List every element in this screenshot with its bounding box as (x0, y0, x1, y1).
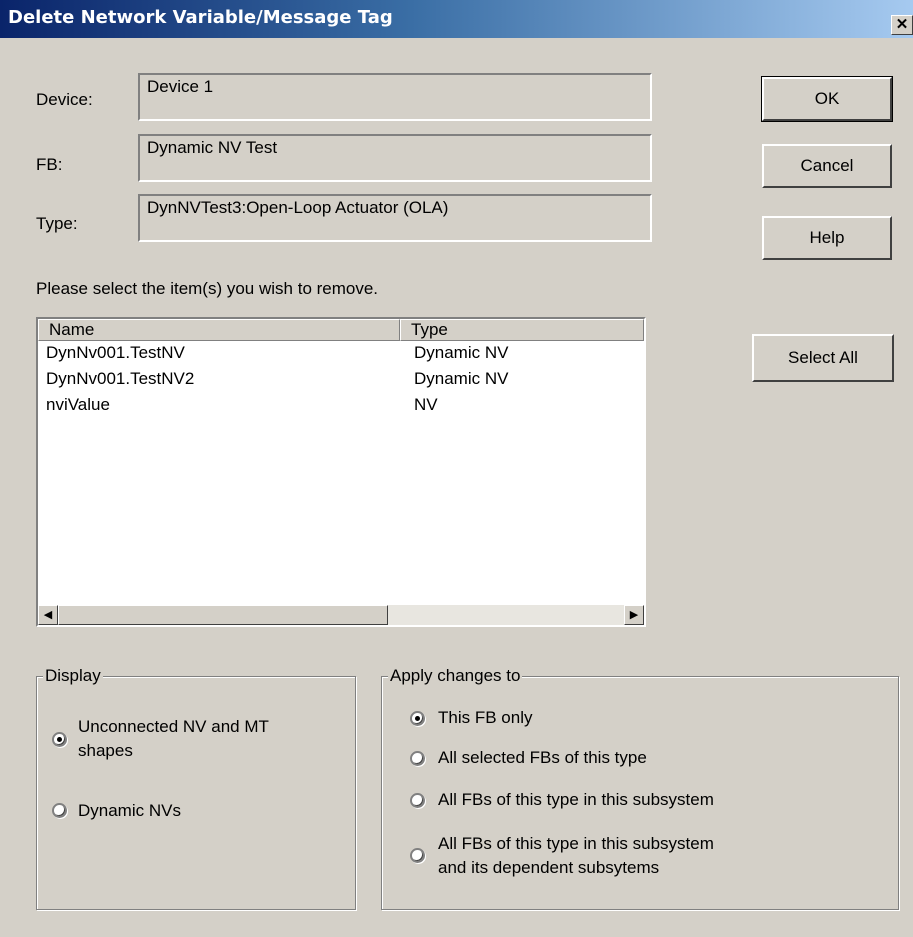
scroll-thumb[interactable] (58, 605, 388, 625)
column-header-type[interactable]: Type (400, 319, 644, 341)
device-field: Device 1 (138, 73, 652, 121)
apply-this-fb-label[interactable]: This FB only (438, 706, 532, 730)
apply-changes-legend: Apply changes to (388, 666, 523, 686)
item-type: NV (414, 395, 438, 414)
column-header-name[interactable]: Name (38, 319, 400, 341)
apply-dependent-subsystems-label[interactable]: All FBs of this type in this subsystem a… (438, 832, 714, 880)
fb-field: Dynamic NV Test (138, 134, 652, 182)
display-group: Display (36, 666, 356, 910)
item-name: nviValue (46, 395, 110, 414)
display-unconnected-label[interactable]: Unconnected NV and MT shapes (78, 715, 269, 763)
apply-subsystem-radio[interactable] (410, 793, 425, 808)
type-field: DynNVTest3:Open-Loop Actuator (OLA) (138, 194, 652, 242)
select-all-button[interactable]: Select All (752, 334, 894, 382)
apply-selected-fbs-label[interactable]: All selected FBs of this type (438, 746, 647, 770)
apply-subsystem-label[interactable]: All FBs of this type in this subsystem (438, 788, 714, 812)
device-label: Device: (36, 90, 93, 109)
horizontal-scrollbar[interactable]: ◀ ▶ (38, 605, 644, 625)
item-list[interactable]: Name Type DynNv001.TestNV Dynamic NV Dyn… (36, 317, 646, 627)
list-header: Name Type (38, 319, 644, 341)
instruction-text: Please select the item(s) you wish to re… (36, 279, 379, 298)
apply-dependent-subsystems-radio[interactable] (410, 848, 425, 863)
display-unconnected-radio[interactable] (52, 732, 67, 747)
ok-button[interactable]: OK (761, 76, 893, 122)
item-type: Dynamic NV (414, 343, 509, 362)
type-label: Type: (36, 214, 78, 233)
close-icon[interactable]: ✕ (891, 15, 913, 35)
list-item[interactable]: DynNv001.TestNV Dynamic NV (38, 343, 644, 369)
list-item[interactable]: nviValue NV (38, 395, 644, 421)
display-dynamic-nvs-radio[interactable] (52, 803, 67, 818)
fb-label: FB: (36, 155, 63, 174)
apply-this-fb-radio[interactable] (410, 711, 425, 726)
help-button[interactable]: Help (762, 216, 892, 260)
scroll-right-icon[interactable]: ▶ (624, 605, 644, 625)
window-title: Delete Network Variable/Message Tag (8, 7, 393, 28)
item-name: DynNv001.TestNV2 (46, 369, 195, 388)
display-group-legend: Display (43, 666, 103, 686)
item-type: Dynamic NV (414, 369, 509, 388)
title-bar[interactable]: Delete Network Variable/Message Tag ✕ (0, 0, 913, 38)
cancel-button[interactable]: Cancel (762, 144, 892, 188)
display-dynamic-nvs-label[interactable]: Dynamic NVs (78, 799, 181, 823)
item-name: DynNv001.TestNV (46, 343, 185, 362)
scroll-left-icon[interactable]: ◀ (38, 605, 58, 625)
list-item[interactable]: DynNv001.TestNV2 Dynamic NV (38, 369, 644, 395)
apply-selected-fbs-radio[interactable] (410, 751, 425, 766)
